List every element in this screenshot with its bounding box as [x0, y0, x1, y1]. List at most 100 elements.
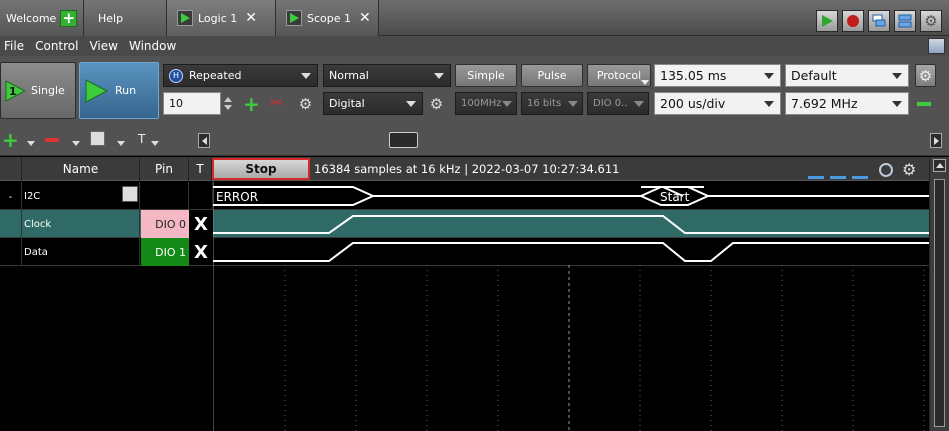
remove-icon[interactable]	[917, 102, 931, 106]
chevron-down-icon	[568, 101, 578, 107]
preset-select[interactable]: Default	[785, 64, 909, 87]
arrow-left-icon	[201, 136, 207, 145]
trigger-mode-value: Normal	[329, 69, 369, 82]
menu-file[interactable]: File	[4, 39, 24, 53]
layout-button[interactable]	[894, 10, 916, 32]
clock-icon: H	[169, 68, 183, 83]
scissors-icon[interactable]: ✂	[270, 93, 283, 112]
repeat-count-stepper[interactable]	[221, 92, 234, 115]
frequency-select[interactable]: 7.692 MHz	[785, 92, 909, 115]
trigger-position-value: 135.05 ms	[660, 68, 727, 83]
run-button-small[interactable]	[816, 10, 838, 32]
scroll-thumb[interactable]	[934, 179, 945, 427]
windows-button[interactable]	[868, 10, 890, 32]
gear-icon[interactable]: ⚙	[902, 160, 916, 179]
channel-pin-badge: DIO 1	[141, 238, 189, 266]
edit-icon[interactable]	[90, 131, 105, 146]
chevron-down-icon	[406, 101, 416, 107]
tab-label: Scope 1	[307, 11, 352, 25]
restore-window-icon[interactable]	[928, 38, 945, 54]
repeat-count-input[interactable]: 10	[163, 92, 221, 115]
tab-label: Logic 1	[198, 11, 238, 25]
scroll-left-button[interactable]	[198, 133, 210, 148]
trigger-simple-label: Simple	[467, 69, 505, 82]
channel-type-select[interactable]: Digital	[323, 92, 423, 115]
trigger-mode-select[interactable]: Normal	[323, 64, 451, 87]
header-left-gutter	[0, 157, 22, 181]
menu-view[interactable]: View	[89, 39, 117, 53]
scroll-up-button[interactable]	[933, 159, 946, 172]
capture-mode-value: Repeated	[189, 69, 242, 82]
dio-select[interactable]: DIO 0..	[587, 92, 649, 115]
run-button[interactable]: Run	[79, 62, 159, 119]
capture-mode-select[interactable]: H Repeated	[163, 64, 318, 87]
tab-welcome[interactable]: Welcome +	[0, 0, 84, 36]
add-channel-icon[interactable]: +	[2, 128, 19, 152]
gear-icon[interactable]: ⚙	[295, 92, 316, 115]
gear-icon: ⚙	[924, 12, 938, 30]
scroll-right-button[interactable]	[930, 133, 942, 148]
single-button[interactable]: 1 Single	[0, 62, 76, 119]
zoom-icon[interactable]	[879, 163, 893, 177]
chevron-down-icon[interactable]	[641, 80, 649, 85]
gear-icon[interactable]: ⚙	[915, 64, 936, 87]
stop-button[interactable]: Stop	[212, 158, 310, 180]
i2c-bus-trace	[213, 186, 929, 206]
cursor-c-icon[interactable]	[852, 163, 868, 179]
channel-name: Clock	[22, 210, 140, 238]
trigger-condition[interactable]: X	[189, 238, 213, 266]
text-icon[interactable]: T	[138, 132, 145, 146]
play-icon	[85, 78, 109, 103]
layout-icon	[898, 14, 912, 28]
chevron-down-icon	[892, 101, 902, 107]
remove-channel-icon[interactable]	[45, 138, 59, 142]
expand-toggle[interactable]: -	[0, 182, 22, 210]
chevron-down-icon[interactable]	[27, 141, 35, 146]
sample-rate-select[interactable]: 100MHz	[455, 92, 517, 115]
horizontal-scroll-thumb[interactable]	[389, 132, 418, 148]
data-trace	[213, 242, 929, 262]
cursor-a-icon[interactable]	[808, 163, 824, 179]
trigger-pulse-button[interactable]: Pulse	[521, 64, 583, 87]
gear-icon[interactable]: ⚙	[426, 92, 447, 115]
scope-icon	[286, 10, 302, 26]
edit-icon[interactable]	[122, 186, 138, 202]
tab-logic-1[interactable]: Logic 1 ✕	[167, 0, 276, 36]
header-name: Name	[22, 157, 140, 181]
chevron-down-icon	[764, 101, 774, 107]
record-button[interactable]	[842, 10, 864, 32]
channel-t	[189, 182, 213, 210]
channel-header: Name Pin T Stop 16384 samples at 16 kHz …	[0, 157, 929, 181]
close-icon[interactable]: ✕	[359, 10, 371, 26]
close-icon[interactable]: ✕	[245, 10, 257, 26]
time-base-select[interactable]: 200 us/div	[654, 92, 781, 115]
channel-toolbar: + T	[0, 126, 949, 156]
settings-button[interactable]: ⚙	[920, 10, 942, 32]
tab-scope-1[interactable]: Scope 1 ✕	[276, 0, 379, 36]
bus-label-start: Start	[660, 190, 690, 204]
waveform-plot[interactable]: ERROR Start	[213, 181, 929, 431]
vertical-scrollbar[interactable]	[929, 157, 949, 431]
cursor-b-icon[interactable]	[830, 163, 846, 179]
add-icon[interactable]: +	[243, 92, 260, 116]
channel-name: Data	[22, 238, 140, 266]
trigger-simple-button[interactable]: Simple	[455, 64, 517, 87]
chevron-down-icon	[892, 73, 902, 79]
chevron-down-icon[interactable]	[117, 141, 125, 146]
tab-help[interactable]: Help	[84, 0, 167, 36]
channel-pin-badge: DIO 0	[141, 210, 189, 238]
svg-text:1: 1	[9, 85, 17, 98]
header-t: T	[189, 157, 212, 181]
chevron-down-icon[interactable]	[72, 141, 80, 146]
menu-control[interactable]: Control	[35, 39, 78, 53]
menu-window[interactable]: Window	[129, 39, 176, 53]
clock-trace	[213, 215, 929, 234]
bit-width-select[interactable]: 16 bits	[521, 92, 583, 115]
trigger-position-input[interactable]: 135.05 ms	[654, 64, 781, 87]
single-label: Single	[31, 84, 65, 97]
menu-bar: File Control View Window	[0, 36, 949, 56]
grid	[284, 265, 925, 431]
run-label: Run	[115, 84, 137, 97]
chevron-down-icon[interactable]	[151, 141, 159, 146]
trigger-condition[interactable]: X	[189, 210, 213, 238]
